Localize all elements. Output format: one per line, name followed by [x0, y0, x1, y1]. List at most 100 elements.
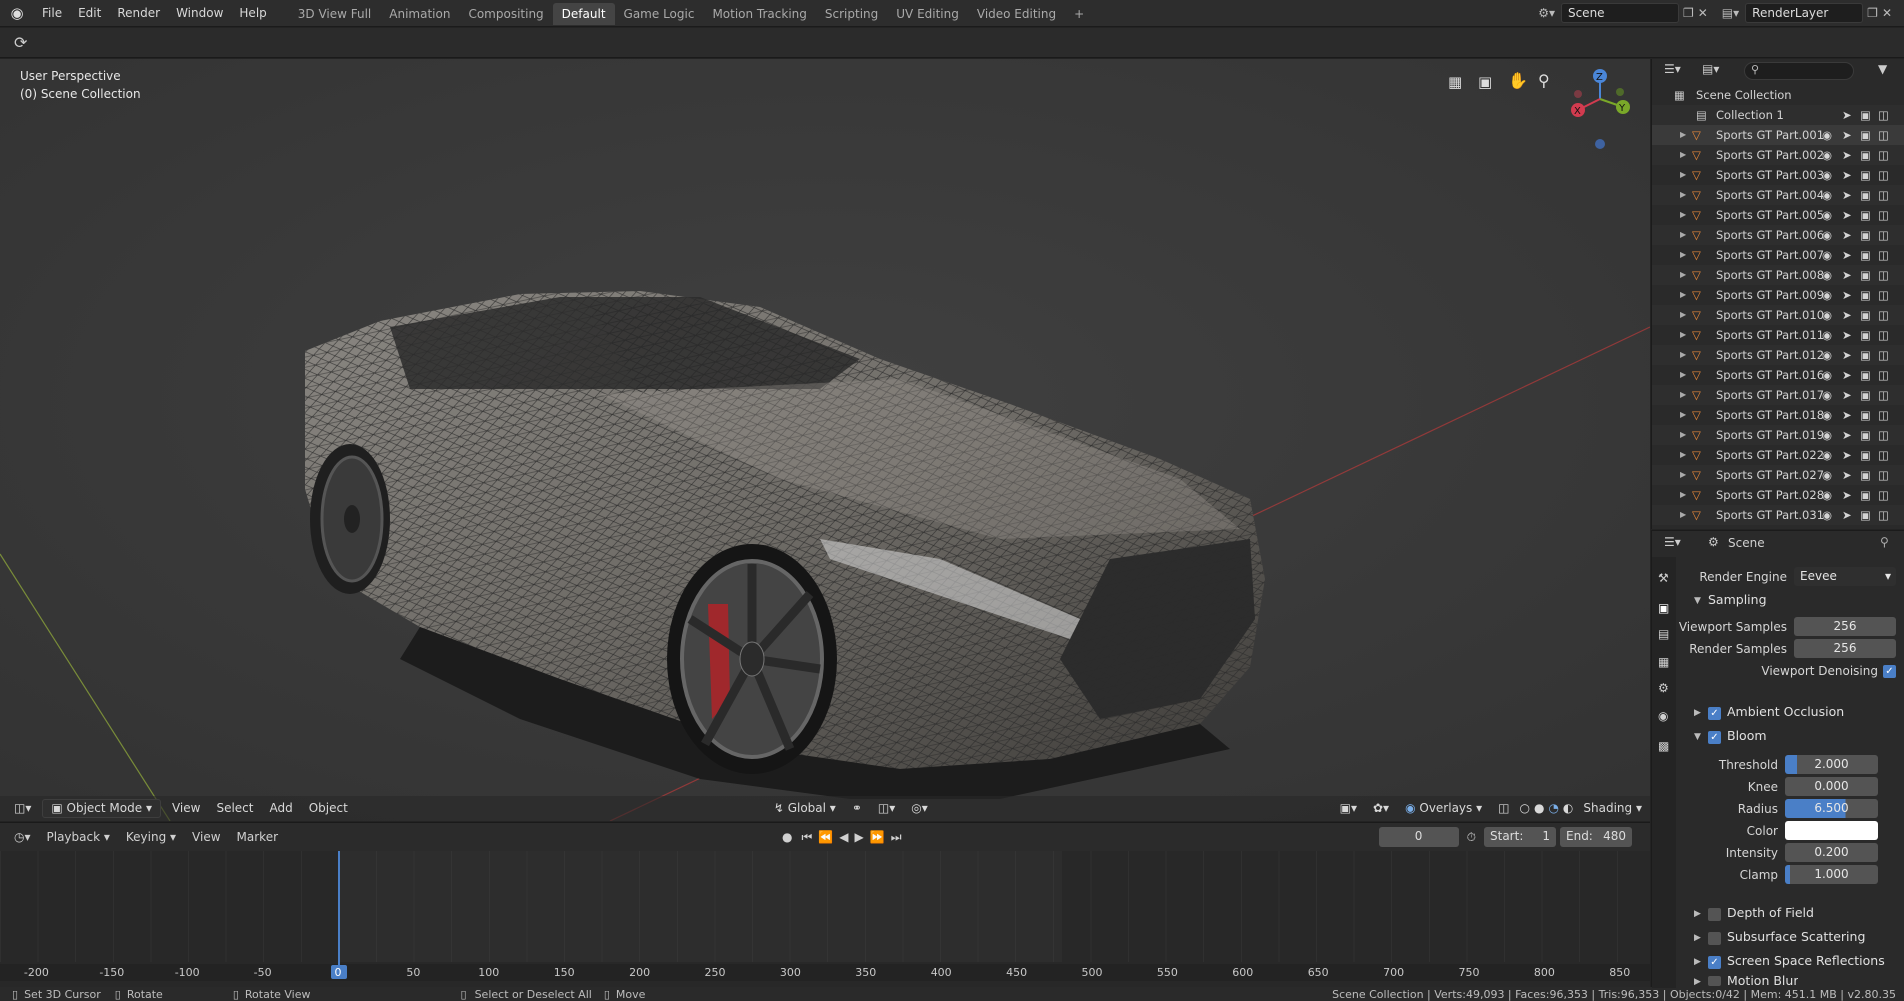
- proportional-edit-icon[interactable]: ◎▾: [903, 796, 936, 821]
- render-disable-icon[interactable]: ◫: [1878, 365, 1889, 385]
- view-layer-tab-icon[interactable]: ▦: [1658, 655, 1669, 669]
- expand-arrow-icon[interactable]: ▶: [1680, 305, 1686, 325]
- xray-icon[interactable]: ◫: [1490, 796, 1517, 821]
- select-arrow-icon[interactable]: ➤: [1842, 325, 1852, 345]
- render-disable-icon[interactable]: ◫: [1878, 285, 1889, 305]
- expand-arrow-icon[interactable]: ▶: [1680, 325, 1686, 345]
- screen-space-reflections-checkbox[interactable]: ✓: [1708, 956, 1721, 969]
- outliner-object-row[interactable]: ▶ ▽ Sports GT Part.002 ◉ ➤ ▣ ◫: [1652, 145, 1904, 165]
- select-arrow-icon[interactable]: ➤: [1842, 505, 1852, 525]
- render-disable-icon[interactable]: ◫: [1878, 465, 1889, 485]
- visibility-eye-icon[interactable]: ◉: [1822, 465, 1832, 485]
- render-disable-icon[interactable]: ◫: [1878, 145, 1889, 165]
- jump-keyframe-forward-button[interactable]: ⏩: [870, 830, 885, 844]
- viewport-disable-icon[interactable]: ▣: [1860, 125, 1871, 145]
- play-button[interactable]: ▶: [855, 830, 864, 844]
- sampling-panel-title[interactable]: Sampling: [1708, 592, 1767, 607]
- outliner[interactable]: ☰▾ ▤▾ ⚲ ▼ ▦ Scene Collection ▤ Collectio…: [1651, 59, 1904, 529]
- menu-add[interactable]: Add: [261, 796, 300, 821]
- expand-arrow-icon[interactable]: ▶: [1680, 245, 1686, 265]
- camera-view-icon[interactable]: ▣: [1478, 73, 1492, 91]
- outliner-object-row[interactable]: ▶ ▽ Sports GT Part.008 ◉ ➤ ▣ ◫: [1652, 265, 1904, 285]
- render-tab-icon[interactable]: ▣: [1658, 601, 1669, 615]
- tab-video-editing[interactable]: Video Editing: [968, 3, 1065, 25]
- jump-start-button[interactable]: ⏮: [802, 830, 813, 845]
- outliner-object-row[interactable]: ▶ ▽ Sports GT Part.031 ◉ ➤ ▣ ◫: [1652, 505, 1904, 525]
- outliner-object-row[interactable]: ▶ ▽ Sports GT Part.009 ◉ ➤ ▣ ◫: [1652, 285, 1904, 305]
- expand-arrow-icon[interactable]: ▶: [1680, 225, 1686, 245]
- viewport-disable-icon[interactable]: ▣: [1860, 485, 1871, 505]
- render-disable-icon[interactable]: ◫: [1878, 245, 1889, 265]
- select-arrow-icon[interactable]: ➤: [1842, 465, 1852, 485]
- render-disable-icon[interactable]: ◫: [1878, 345, 1889, 365]
- motion-blur-title[interactable]: Motion Blur: [1727, 973, 1798, 987]
- viewport-disable-icon[interactable]: ▣: [1860, 265, 1871, 285]
- tab-motion-tracking[interactable]: Motion Tracking: [703, 3, 815, 25]
- expand-arrow-icon[interactable]: ▶: [1680, 285, 1686, 305]
- tab-default[interactable]: Default: [552, 3, 615, 25]
- scene-close-icon[interactable]: ✕: [1698, 6, 1708, 20]
- tab-game-logic[interactable]: Game Logic: [615, 3, 704, 25]
- viewport-disable-icon[interactable]: ▣: [1860, 165, 1871, 185]
- add-workspace-button[interactable]: +: [1065, 3, 1093, 25]
- outliner-collection-1[interactable]: ▤ Collection 1 ➤ ▣ ◫: [1652, 105, 1904, 125]
- outliner-object-row[interactable]: ▶ ▽ Sports GT Part.018 ◉ ➤ ▣ ◫: [1652, 405, 1904, 425]
- select-arrow-icon[interactable]: ➤: [1842, 265, 1852, 285]
- expand-arrow-icon[interactable]: ▶: [1680, 505, 1686, 525]
- collection-select-icon[interactable]: ➤: [1842, 105, 1852, 125]
- render-disable-icon[interactable]: ◫: [1878, 445, 1889, 465]
- tab-scripting[interactable]: Scripting: [816, 3, 887, 25]
- outliner-object-row[interactable]: ▶ ▽ Sports GT Part.022 ◉ ➤ ▣ ◫: [1652, 445, 1904, 465]
- motion-blur-checkbox[interactable]: [1708, 976, 1721, 986]
- visibility-eye-icon[interactable]: ◉: [1822, 445, 1832, 465]
- select-arrow-icon[interactable]: ➤: [1842, 485, 1852, 505]
- grid-view-icon[interactable]: ▦: [1448, 73, 1462, 91]
- render-engine-dropdown[interactable]: Eevee ▾: [1794, 567, 1896, 586]
- select-arrow-icon[interactable]: ➤: [1842, 305, 1852, 325]
- output-tab-icon[interactable]: ▤: [1658, 627, 1669, 641]
- render-disable-icon[interactable]: ◫: [1878, 185, 1889, 205]
- menu-window[interactable]: Window: [168, 0, 231, 27]
- select-arrow-icon[interactable]: ➤: [1842, 385, 1852, 405]
- depth-of-field-title[interactable]: Depth of Field: [1727, 905, 1814, 920]
- outliner-object-row[interactable]: ▶ ▽ Sports GT Part.003 ◉ ➤ ▣ ◫: [1652, 165, 1904, 185]
- visibility-eye-icon[interactable]: ◉: [1822, 165, 1832, 185]
- viewport-disable-icon[interactable]: ▣: [1860, 425, 1871, 445]
- tab-3d-view-full[interactable]: 3D View Full: [289, 3, 381, 25]
- viewport-disable-icon[interactable]: ▣: [1860, 345, 1871, 365]
- expand-arrow-icon[interactable]: ▶: [1680, 485, 1686, 505]
- menu-object[interactable]: Object: [301, 796, 356, 821]
- radius-field[interactable]: 6.500: [1785, 799, 1878, 818]
- menu-playback[interactable]: Playback ▾: [39, 825, 118, 850]
- motion-blur-expand-icon[interactable]: ▶: [1694, 977, 1701, 987]
- axis-gizmo[interactable]: Z Y X: [1560, 64, 1640, 154]
- properties-editor[interactable]: ☰▾ ⚙ Scene ⚲ ⚒ ▣ ▤ ▦ ⚙ ◉ ▩ Render Engine…: [1651, 530, 1904, 988]
- render-disable-icon[interactable]: ◫: [1878, 225, 1889, 245]
- expand-arrow-icon[interactable]: ▶: [1680, 185, 1686, 205]
- viewport-disable-icon[interactable]: ▣: [1860, 325, 1871, 345]
- tool-tab-icon[interactable]: ⚒: [1658, 571, 1669, 585]
- render-disable-icon[interactable]: ◫: [1878, 505, 1889, 525]
- viewport-disable-icon[interactable]: ▣: [1860, 145, 1871, 165]
- start-frame-field[interactable]: Start: 1: [1484, 827, 1556, 847]
- visibility-eye-icon[interactable]: ◉: [1822, 205, 1832, 225]
- menu-keying[interactable]: Keying ▾: [118, 825, 184, 850]
- timeline-menu-view[interactable]: View: [184, 825, 228, 850]
- expand-arrow-icon[interactable]: ▶: [1680, 445, 1686, 465]
- record-button[interactable]: ●: [782, 830, 792, 844]
- viewport-disable-icon[interactable]: ▣: [1860, 405, 1871, 425]
- outliner-object-row[interactable]: ▶ ▽ Sports GT Part.005 ◉ ➤ ▣ ◫: [1652, 205, 1904, 225]
- menu-help[interactable]: Help: [231, 0, 274, 27]
- play-reverse-button[interactable]: ◀: [839, 830, 848, 844]
- render-disable-icon[interactable]: ◫: [1878, 125, 1889, 145]
- render-disable-icon[interactable]: ◫: [1878, 325, 1889, 345]
- visibility-eye-icon[interactable]: ◉: [1822, 505, 1832, 525]
- zoom-icon[interactable]: ⚲: [1538, 71, 1550, 90]
- menu-marker[interactable]: Marker: [229, 825, 286, 850]
- threshold-field[interactable]: 2.000: [1785, 755, 1878, 774]
- ambient-occlusion-title[interactable]: Ambient Occlusion: [1727, 704, 1844, 719]
- viewport-disable-icon[interactable]: ▣: [1860, 225, 1871, 245]
- render-disable-icon[interactable]: ◫: [1878, 265, 1889, 285]
- snap-icon[interactable]: ⚭: [844, 796, 870, 821]
- expand-arrow-icon[interactable]: ▶: [1680, 465, 1686, 485]
